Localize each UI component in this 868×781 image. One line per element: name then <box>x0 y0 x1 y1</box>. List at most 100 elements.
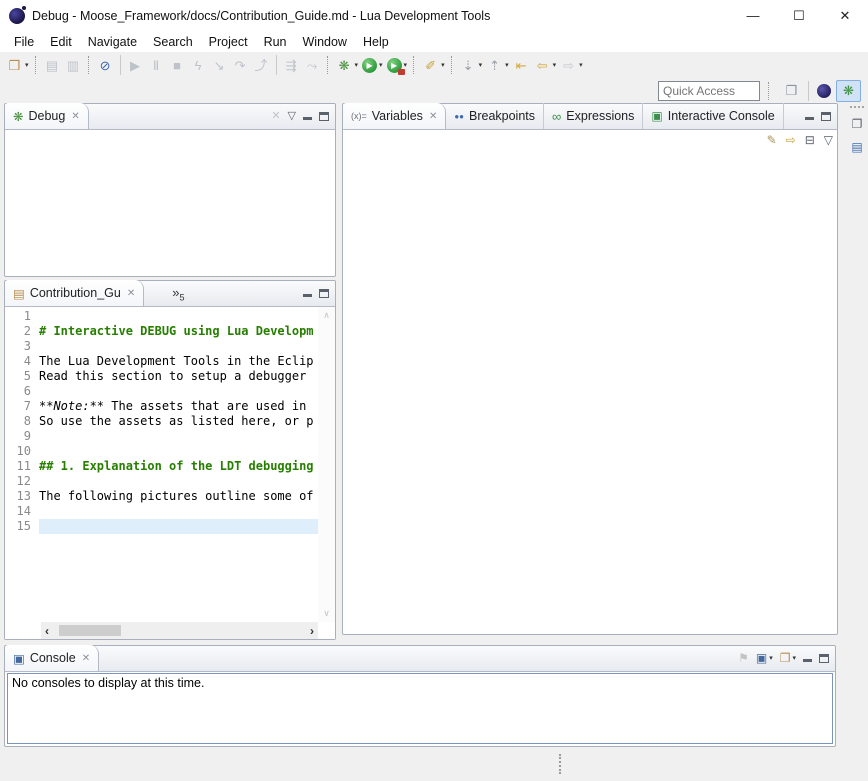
editor-horizontal-scrollbar[interactable]: ‹ › <box>41 622 318 639</box>
maximize-view-icon[interactable] <box>319 112 329 121</box>
maximize-view-icon[interactable] <box>821 112 831 121</box>
minimize-view-icon[interactable] <box>805 112 814 120</box>
maximize-view-icon[interactable] <box>319 289 329 298</box>
editor-line[interactable]: 9 <box>5 429 318 444</box>
dropdown-arrow-icon[interactable]: ▾ <box>769 654 773 662</box>
editor-line[interactable]: 2# Interactive DEBUG using Lua Developm <box>5 324 318 339</box>
maximize-window-button[interactable]: ☐ <box>776 0 822 31</box>
scroll-right-icon[interactable]: › <box>310 624 314 638</box>
dropdown-arrow-icon[interactable]: ▾ <box>379 61 383 69</box>
dropdown-arrow-icon[interactable]: ▾ <box>579 61 583 69</box>
line-number: 9 <box>5 429 39 444</box>
editor-vertical-scrollbar[interactable]: ∧ ∨ <box>318 307 335 622</box>
editor-line[interactable]: 5Read this section to setup a debugger <box>5 369 318 384</box>
open-perspective-icon: ❒ <box>783 82 800 99</box>
close-icon[interactable]: ✕ <box>82 653 90 664</box>
editor-body[interactable]: 12# Interactive DEBUG using Lua Developm… <box>5 307 335 639</box>
open-perspective-button[interactable]: ❒ <box>780 80 803 102</box>
minimize-view-icon[interactable] <box>803 654 812 662</box>
outline-view-icon[interactable]: ▤ <box>851 140 862 154</box>
editor-line[interactable]: 15 <box>5 519 318 534</box>
tab-label: Console <box>30 651 76 665</box>
dropdown-arrow-icon[interactable]: ▾ <box>505 61 509 69</box>
editor-line[interactable]: 6 <box>5 384 318 399</box>
scroll-down-icon[interactable]: ∨ <box>323 608 330 619</box>
editor-line[interactable]: 14 <box>5 504 318 519</box>
editor-line[interactable]: 11## 1. Explanation of the LDT debugging <box>5 459 318 474</box>
external-tools-button[interactable]: ▶▾ <box>385 54 410 76</box>
tab-interactive-console[interactable]: ▣Interactive Console <box>643 103 783 129</box>
minimize-window-button[interactable]: — <box>730 0 776 31</box>
dropdown-arrow-icon[interactable]: ▾ <box>479 61 483 69</box>
strip-drag-handle[interactable] <box>850 106 864 108</box>
close-icon[interactable]: ✕ <box>127 288 135 299</box>
run-button[interactable]: ▶▾ <box>360 54 385 76</box>
line-text: **Note:** The assets that are used in <box>39 399 318 414</box>
show-logical-structure-icon[interactable]: ⇨ <box>786 134 796 146</box>
editor-line[interactable]: 12 <box>5 474 318 489</box>
dropdown-arrow-icon[interactable]: ▾ <box>404 61 408 69</box>
editor-line[interactable]: 10 <box>5 444 318 459</box>
badge <box>398 69 405 75</box>
next-annotation-button[interactable]: ⇣▾ <box>458 54 485 76</box>
open-console-button[interactable]: ❒▾ <box>780 652 796 664</box>
editor-text-area[interactable]: 12# Interactive DEBUG using Lua Developm… <box>5 309 318 622</box>
close-window-button[interactable]: ✕ <box>822 0 868 31</box>
previous-annotation-button[interactable]: ⇡▾ <box>484 54 511 76</box>
quick-access-input[interactable] <box>658 81 760 101</box>
menu-search[interactable]: Search <box>145 33 201 51</box>
restore-view-icon[interactable]: ❐ <box>852 117 863 131</box>
tab-debug[interactable]: ❋ Debug ✕ <box>5 103 89 129</box>
skip-all-breakpoints-button[interactable]: ⊘ <box>95 54 116 76</box>
menu-help[interactable]: Help <box>355 33 397 51</box>
line-number: 1 <box>5 309 39 324</box>
tab-expressions[interactable]: ∞Expressions <box>544 103 643 129</box>
editor-line[interactable]: 1 <box>5 309 318 324</box>
editor-line[interactable]: 4The Lua Development Tools in the Eclip <box>5 354 318 369</box>
debug-button[interactable]: ❋▾ <box>334 54 361 76</box>
scrollbar-thumb[interactable] <box>59 625 121 636</box>
menu-project[interactable]: Project <box>201 33 256 51</box>
menu-file[interactable]: File <box>6 33 42 51</box>
view-menu-icon[interactable]: ▽ <box>824 134 833 146</box>
minimize-view-icon[interactable] <box>303 289 312 297</box>
editor-line[interactable]: 13The following pictures outline some of <box>5 489 318 504</box>
close-icon[interactable]: ✕ <box>71 111 79 122</box>
last-edit-location-button[interactable]: ⇤ <box>511 54 532 76</box>
maximize-view-icon[interactable] <box>819 654 829 663</box>
dropdown-arrow-icon[interactable]: ▾ <box>355 61 359 69</box>
step-return-icon: ⤴ <box>253 57 270 74</box>
editor-line[interactable]: 8So use the assets as listed here, or p <box>5 414 318 429</box>
display-selected-console-button[interactable]: ▣▾ <box>756 652 773 664</box>
mark-occurrences-button[interactable]: ✐▾ <box>420 54 447 76</box>
more-editors-chevron[interactable]: »5 <box>172 285 184 303</box>
view-menu-icon[interactable]: ▽ <box>288 111 296 122</box>
menu-navigate[interactable]: Navigate <box>80 33 145 51</box>
editor-line[interactable]: 3 <box>5 339 318 354</box>
menu-edit[interactable]: Edit <box>42 33 80 51</box>
dropdown-arrow-icon[interactable]: ▾ <box>792 654 796 662</box>
tab-variables[interactable]: (x)=Variables✕ <box>343 103 446 129</box>
new-wizard-button[interactable]: ❒▾ <box>4 54 31 76</box>
minimize-view-icon[interactable] <box>303 112 312 120</box>
statusbar-drag-handle[interactable] <box>559 754 561 774</box>
lua-perspective-button[interactable] <box>814 80 834 102</box>
dropdown-arrow-icon[interactable]: ▾ <box>553 61 557 69</box>
editor-line[interactable]: 7**Note:** The assets that are used in <box>5 399 318 414</box>
back-button[interactable]: ⇦▾ <box>532 54 559 76</box>
debug-perspective-button[interactable]: ❋ <box>836 80 861 102</box>
menu-run[interactable]: Run <box>256 33 295 51</box>
close-icon[interactable]: ✕ <box>429 111 437 122</box>
tab-breakpoints[interactable]: ●●Breakpoints <box>446 103 544 129</box>
step-return-button: ⤴ <box>251 54 272 76</box>
tab-console[interactable]: ▣ Console ✕ <box>5 645 99 671</box>
tab-editor-contribution-guide[interactable]: ▤ Contribution_Gu ✕ <box>5 280 144 306</box>
scroll-left-icon[interactable]: ‹ <box>45 624 49 638</box>
collapse-all-icon[interactable]: ⊟ <box>805 134 815 146</box>
dropdown-arrow-icon[interactable]: ▾ <box>441 61 445 69</box>
menu-window[interactable]: Window <box>295 33 355 51</box>
scroll-up-icon[interactable]: ∧ <box>323 310 330 321</box>
console-icon: ▣ <box>13 651 25 666</box>
dropdown-arrow-icon[interactable]: ▾ <box>25 61 29 69</box>
show-type-names-icon[interactable]: ✎ <box>767 134 777 146</box>
